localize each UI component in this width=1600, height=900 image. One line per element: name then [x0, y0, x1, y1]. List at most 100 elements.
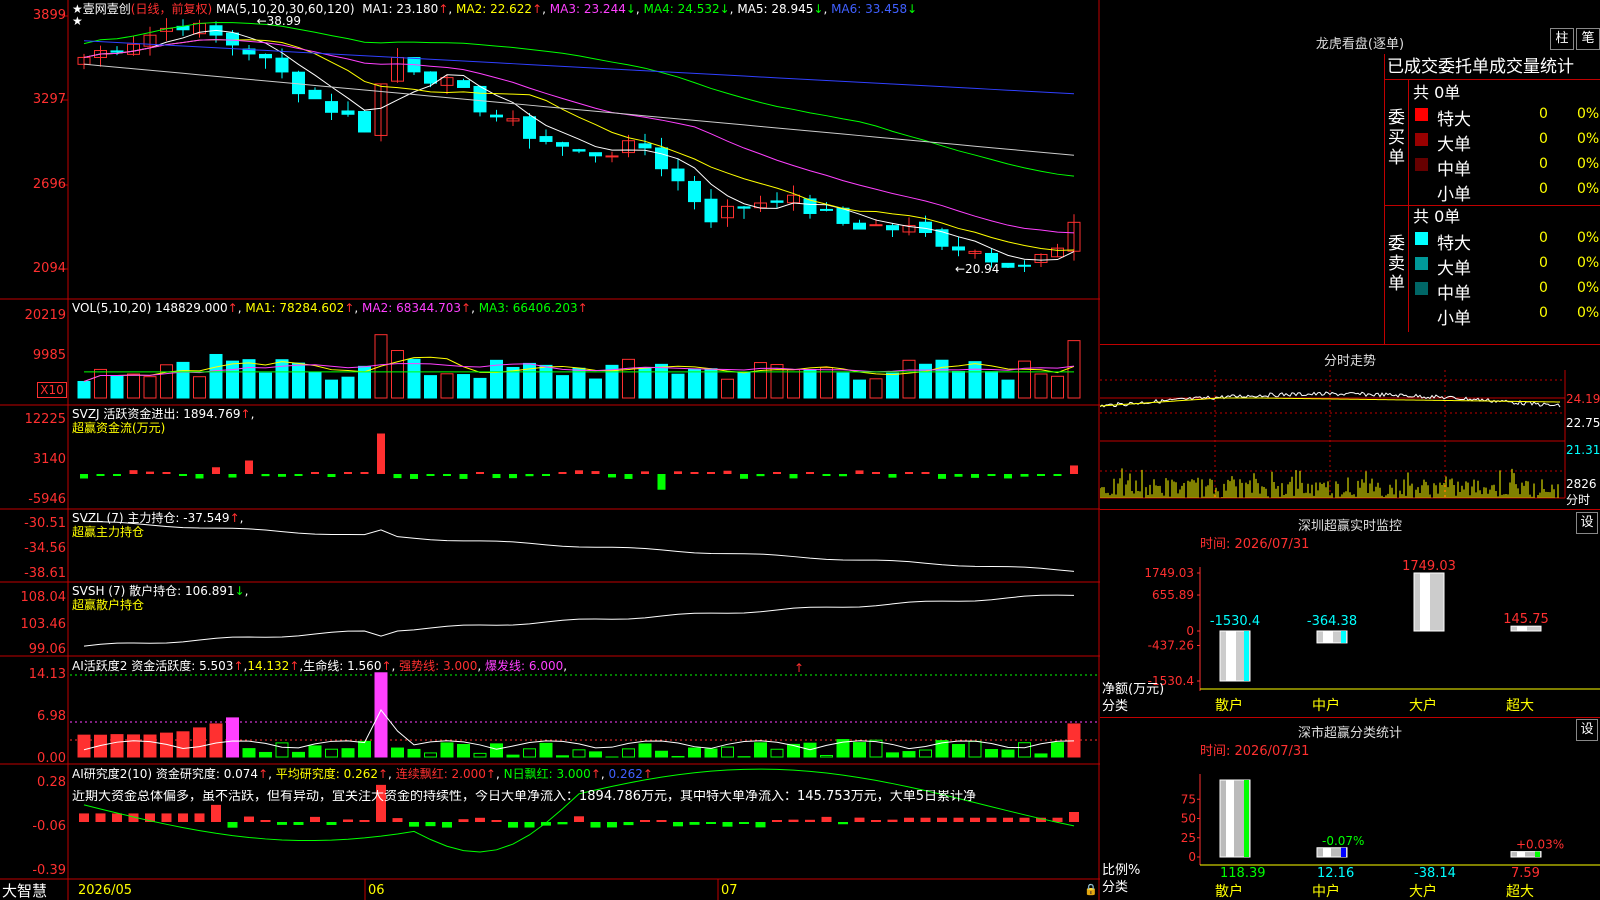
ai2-axis-label: -0.39	[32, 863, 66, 878]
lock-icon[interactable]: 🔒	[1084, 883, 1098, 897]
ai1-axis-label: 6.98	[37, 709, 66, 724]
sz-class-settings-button[interactable]: 设	[1576, 719, 1598, 741]
ai2-bar	[211, 804, 221, 822]
svzj-bar	[1070, 465, 1078, 474]
svzj-axis-label: -5946	[28, 492, 66, 507]
volume-bar	[721, 378, 734, 399]
kline-chart[interactable]: ↑	[0, 0, 1100, 900]
sz-class-chart[interactable]: 75 50 25 0 118.39 散户 -0.07% 12.16 中户 -38.14 大户 +0.0…	[1100, 762, 1600, 900]
svzj-bar	[558, 472, 567, 474]
volume-bar	[193, 376, 206, 399]
volume-bar	[704, 368, 718, 399]
ai2-bar	[937, 817, 947, 822]
ai1-arrow: ↑	[794, 661, 804, 675]
order-row-count: 0	[1539, 181, 1548, 197]
sz-monitor-settings-button[interactable]: 设	[1576, 512, 1598, 534]
svzj-bar	[377, 433, 385, 474]
volume-bar	[407, 358, 421, 399]
svzj-bar	[674, 471, 682, 474]
kline-candle	[358, 111, 371, 133]
ai2-bar	[458, 819, 469, 822]
ai1-bar	[490, 743, 503, 758]
volume-bar	[127, 373, 140, 399]
tick-mode-button[interactable]: 笔	[1576, 28, 1600, 50]
ma5-line	[83, 63, 1075, 156]
svzj-bar	[575, 470, 583, 474]
sz-class-bar-edge	[1535, 851, 1540, 857]
svsh-header: SVSH (7) 散户持仓: 106.891↓,	[72, 584, 249, 598]
date-label: 2026/05	[78, 883, 133, 898]
sz-class-bottom-value: -38.14	[1414, 866, 1456, 881]
kline-candle	[886, 225, 899, 231]
svzj-bar	[179, 474, 187, 476]
sz-class-time: 时间: 2026/07/31	[1200, 744, 1310, 759]
kline-candle	[1001, 262, 1015, 268]
svzj-bar	[162, 472, 171, 474]
sz-class-title: 深市超赢分类统计	[1297, 726, 1402, 741]
ai1-bar	[242, 748, 256, 758]
svzj-bar	[525, 474, 534, 477]
ai2-bar	[1003, 817, 1013, 822]
svzj-bar	[80, 474, 88, 479]
sz-class-axis-label: 50	[1181, 812, 1196, 826]
ai2-bar	[854, 817, 865, 822]
brand-logo[interactable]: 大智慧	[2, 882, 47, 900]
volume-bar	[308, 371, 322, 399]
color-swatch	[1415, 133, 1428, 146]
ai1-bar	[308, 745, 322, 758]
ai2-bar	[557, 822, 568, 825]
volume-bar	[655, 363, 668, 399]
price-axis-label: 3297	[32, 92, 66, 107]
sz-monitor-ylabel: 净额(万元)	[1102, 682, 1164, 697]
kline-candle	[325, 101, 338, 113]
sz-monitor-category: 散户	[1215, 697, 1243, 714]
volume-bar	[341, 376, 355, 399]
divider	[1100, 344, 1600, 345]
sz-monitor-category: 大户	[1409, 697, 1437, 714]
ma2-value: 22.622	[490, 2, 533, 16]
kline-candle	[820, 208, 833, 211]
ai2-bar	[524, 822, 535, 828]
svzj-bar	[806, 472, 814, 474]
svzl-header: SVZL (7) 主力持仓: -37.549↑,	[72, 511, 244, 525]
ai1-bar	[391, 747, 404, 758]
sz-class-category: 超大	[1506, 884, 1534, 900]
svzj-bar	[443, 474, 451, 476]
intraday-chart[interactable]	[1100, 370, 1600, 510]
ma1-value: 23.180	[396, 2, 439, 16]
sz-monitor-category: 中户	[1312, 697, 1340, 714]
svzj-bar	[476, 472, 484, 474]
vol-unit-badge[interactable]: X10	[37, 382, 67, 398]
svzj-bar	[641, 471, 649, 474]
volume-bar	[143, 376, 157, 399]
sz-monitor-chart[interactable]: 1749.03655.890-437.26-1530.4-1530.4散户-36…	[1100, 555, 1600, 715]
buy-section-label: 委买单	[1388, 108, 1405, 168]
ai2-bar	[805, 819, 815, 822]
volume-bar	[836, 372, 850, 399]
svzj-bar	[195, 474, 204, 479]
intraday-title: 分时走势	[1323, 354, 1376, 369]
ma6-line	[83, 40, 1075, 95]
kline-candle	[770, 200, 784, 203]
volume-bar	[737, 372, 751, 399]
ai1-bar	[638, 743, 652, 758]
sz-class-xlabel: 分类	[1102, 880, 1128, 895]
divider	[1100, 509, 1600, 510]
order-row: 特大 0 0%	[1409, 104, 1600, 130]
ai1-bar	[506, 754, 520, 758]
ai2-bar	[986, 817, 997, 822]
ai2-bar	[920, 817, 931, 822]
ai2-bar	[194, 813, 205, 822]
ai2-bar	[656, 820, 667, 822]
svsh-sub: 超赢散户持仓	[72, 598, 145, 612]
ai1-bar	[572, 749, 586, 758]
ai1-bar	[457, 743, 470, 758]
order-row: 小单 0 0%	[1409, 179, 1600, 205]
kline-candle	[869, 224, 883, 227]
svzj-bar	[872, 472, 880, 474]
bar-mode-button[interactable]: 柱	[1550, 28, 1574, 50]
svzj-bar	[938, 474, 946, 479]
ai2-bar	[244, 816, 254, 822]
volume-bar	[292, 362, 305, 399]
sz-monitor-axis-label: 655.89	[1152, 588, 1194, 602]
